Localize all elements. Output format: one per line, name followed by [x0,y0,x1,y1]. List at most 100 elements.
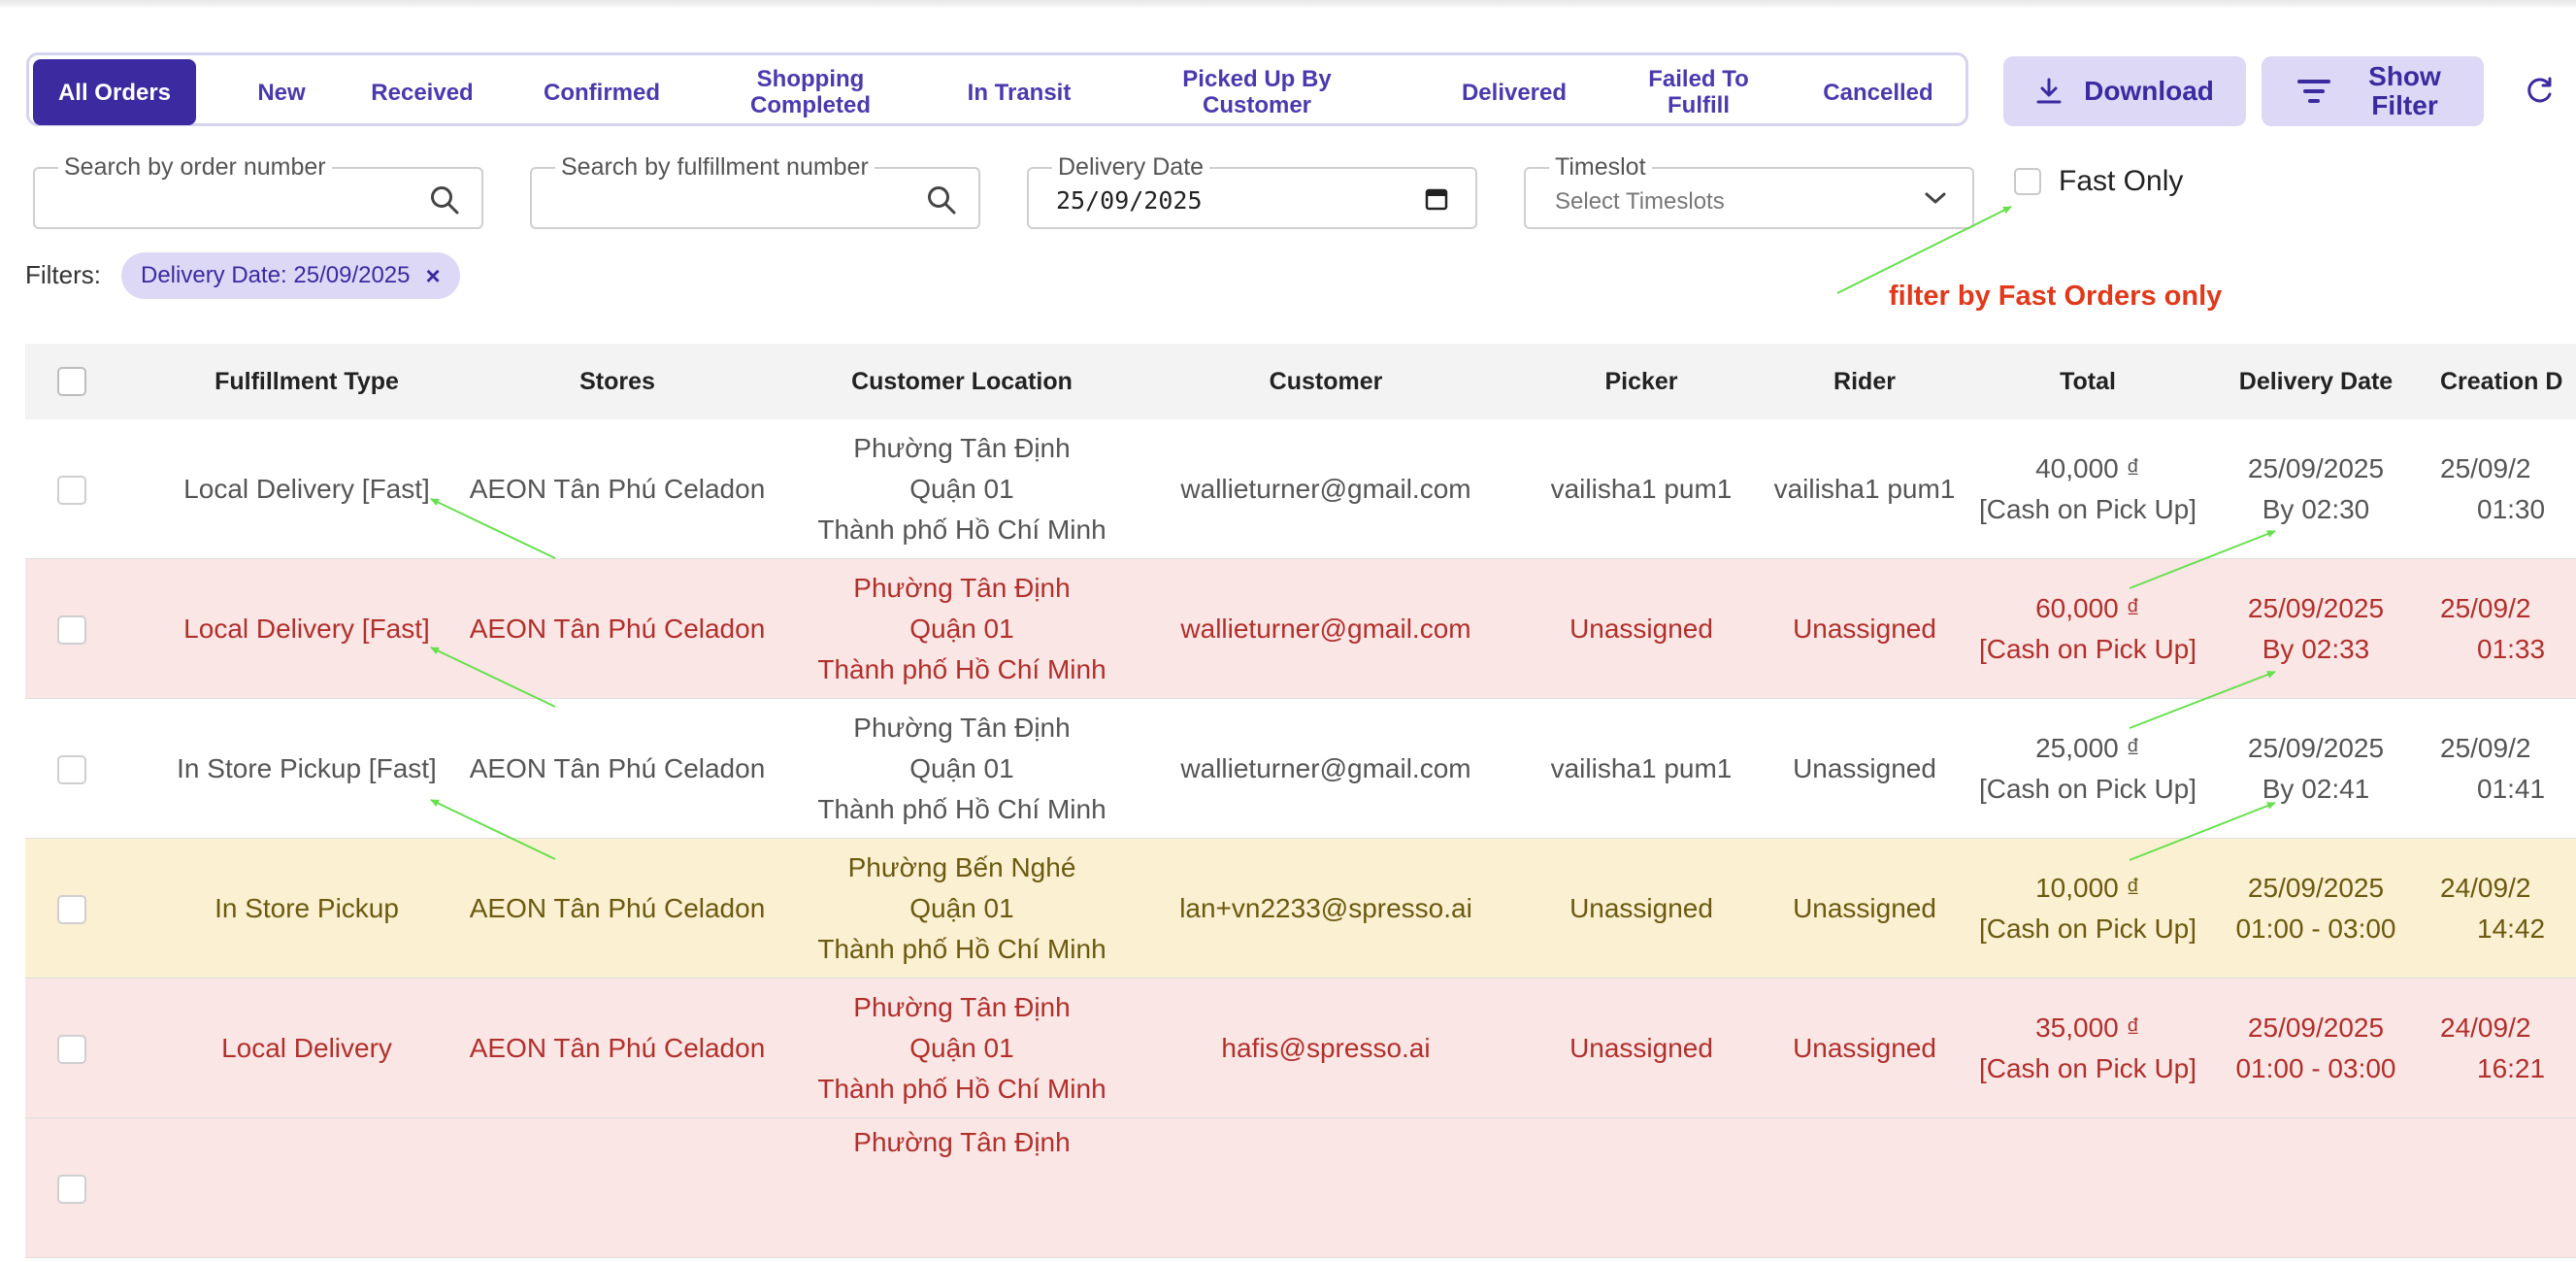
download-button[interactable]: Download [2003,56,2246,126]
delivery-date-cell: 25/09/2025 By 02:30 [2209,419,2423,559]
column-header[interactable]: Stores [457,344,777,419]
timeslot-placeholder: Select Timeslots [1555,188,1725,215]
delivery-date-cell-line: By 02:41 [2262,774,2370,804]
column-header[interactable]: Fulfillment Type [117,344,496,419]
store-cell: AEON Tân Phú Celadon [469,474,766,504]
fast-only-checkbox[interactable] [2014,168,2041,195]
customer-location-cell-line: Phường Tân Định [853,713,1071,743]
table-row[interactable]: Local Delivery [Fast] AEON Tân Phú Celado… [25,559,2576,699]
delivery-date-cell-line: 25/09/2025 [2247,453,2385,483]
fulfillment-type-cell: In Store Pickup [Fast] [177,753,437,783]
customer-location-cell-line: Phường Tân Định [853,573,1071,603]
fulfillment-number-search[interactable]: Search by fulfillment number [530,154,980,229]
table-header: Fulfillment Type Stores Customer Locatio… [25,344,2576,419]
filters-label: Filters: [25,260,101,289]
tab-picked-up-by-customer[interactable]: Picked Up By Customer [1145,59,1369,125]
show-filter-label: Show Filter [2368,61,2441,120]
column-header[interactable]: Delivery Date [2209,344,2423,419]
column-header[interactable]: Customer [1141,344,1510,419]
show-filter-button[interactable]: Show Filter [2262,56,2484,126]
customer-cell: wallieturner@gmail.com [1180,474,1471,504]
chevron-down-icon[interactable] [1924,190,1947,206]
table-row[interactable]: Local Delivery AEON Tân Phú Celadon Phường… [25,979,2576,1118]
status-tabs: All Orders New Received Confirmed Shoppi… [26,52,1968,126]
delivery-date-label: Delivery Date [1052,154,1210,180]
table-row[interactable]: Phường Tân Định [25,1118,2576,1258]
row-checkbox[interactable] [57,1175,86,1204]
creation-date-cell-line: 01:41 [2477,774,2546,804]
tab-confirmed[interactable]: Confirmed [514,59,689,125]
total-cell-line: [Cash on Pick Up] [1978,774,2197,804]
row-checkbox[interactable] [57,755,86,784]
creation-date-cell-line: 25/09/2 [2440,733,2531,763]
column-header[interactable]: Customer Location [797,344,1127,419]
creation-date-cell-line: 25/09/2 [2440,453,2531,483]
column-header[interactable]: Picker [1520,344,1763,419]
creation-date-cell [2440,1118,2576,1258]
calendar-icon[interactable] [1425,186,1448,212]
customer-location-cell-line: Thành phố Hồ Chí Minh [817,654,1106,684]
delivery-date-cell: 25/09/2025 By 02:33 [2209,559,2423,699]
delivery-date-cell-line: 25/09/2025 [2247,733,2385,763]
creation-date-cell: 25/09/2 01:30 [2440,419,2576,559]
picker-cell: vailisha1 pum1 [1550,753,1733,783]
customer-location-cell: Phường Tân Định Quận 01 Thành phố Hồ Chí M… [797,979,1127,1118]
annotation-text: filter by Fast Orders only [1889,281,2223,312]
delivery-date-cell-line: 25/09/2025 [2247,593,2385,623]
total-cell-line: [Cash on Pick Up] [1978,1053,2197,1083]
delivery-date-cell-line: 01:00 - 03:00 [2235,913,2396,944]
order-number-search[interactable]: Search by order number [33,154,483,229]
store-cell: AEON Tân Phú Celadon [469,614,766,644]
refresh-icon[interactable] [2526,76,2555,105]
creation-date-cell: 25/09/2 01:33 [2440,559,2576,699]
search-icon[interactable] [926,184,957,216]
table-row[interactable]: In Store Pickup AEON Tân Phú Celadon Phườn… [25,839,2576,979]
row-checkbox[interactable] [57,615,86,645]
table-row[interactable]: In Store Pickup [Fast] AEON Tân Phú Celad… [25,699,2576,839]
timeslot-select[interactable]: Timeslot Select Timeslots [1524,154,1974,229]
fulfillment-type-cell: Local Delivery [Fast] [183,614,430,644]
tab-cancelled[interactable]: Cancelled [1796,59,1961,125]
customer-location-cell: Phường Tân Định Quận 01 Thành phố Hồ Chí M… [797,419,1127,559]
column-header[interactable]: Total [1966,344,2209,419]
column-header[interactable]: Rider [1743,344,1986,419]
tab-shopping-completed[interactable]: Shopping Completed [728,59,893,125]
tab-in-transit[interactable]: In Transit [961,59,1077,125]
tab-all-orders[interactable]: All Orders [33,59,196,125]
total-cell-line: 35,000 ₫ [2035,1013,2140,1043]
filter-chip-delivery-date[interactable]: Delivery Date: 25/09/2025 × [121,252,460,299]
tab-delivered[interactable]: Delivered [1422,59,1606,125]
customer-location-cell-line: Thành phố Hồ Chí Minh [817,794,1106,824]
customer-location-cell-line: Quận 01 [909,1033,1014,1063]
delivery-date-field[interactable]: Delivery Date 25/09/2025 [1027,154,1477,229]
tab-failed-to-fulfill[interactable]: Failed To Fulfill [1611,59,1786,125]
total-cell-line: [Cash on Pick Up] [1978,634,2197,664]
rider-cell: Unassigned [1793,893,1936,923]
creation-date-cell-line: 24/09/2 [2440,873,2531,903]
tab-new[interactable]: New [204,59,359,125]
picker-cell: Unassigned [1569,614,1713,644]
customer-location-cell-line: Quận 01 [909,893,1014,923]
total-cell [1966,1118,2209,1258]
column-header[interactable]: Creation D [2440,344,2576,419]
total-cell-line: 10,000 ₫ [2035,873,2140,903]
rider-cell: Unassigned [1793,614,1936,644]
row-checkbox[interactable] [57,476,86,505]
table-row[interactable]: Local Delivery [Fast] AEON Tân Phú Celado… [25,419,2576,559]
customer-location-cell-line: Phường Tân Định [853,433,1071,463]
row-checkbox[interactable] [57,895,86,924]
total-cell: 60,000 ₫ [Cash on Pick Up] [1966,559,2209,699]
fast-only-filter[interactable]: Fast Only [2014,165,2183,198]
creation-date-cell-line: 24/09/2 [2440,1013,2531,1043]
fulfillment-number-label: Search by fulfillment number [555,154,875,180]
close-icon[interactable]: × [426,261,441,291]
select-all-checkbox[interactable] [57,367,86,396]
rider-cell [1743,1118,1986,1258]
delivery-date-cell-line: 01:00 - 03:00 [2235,1053,2396,1083]
rider-cell: Unassigned [1793,753,1936,783]
total-cell-line: 60,000 ₫ [2035,593,2140,623]
customer-cell: wallieturner@gmail.com [1180,614,1471,644]
search-icon[interactable] [429,184,460,216]
row-checkbox[interactable] [57,1035,86,1064]
tab-received[interactable]: Received [340,59,505,125]
